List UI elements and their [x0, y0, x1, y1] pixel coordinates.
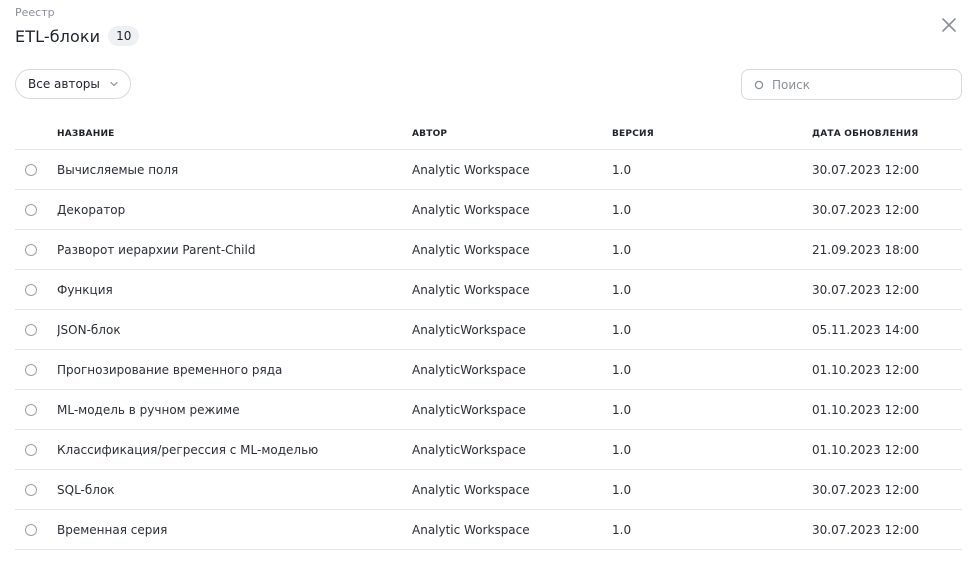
- row-version: 1.0: [612, 362, 632, 377]
- radio-icon[interactable]: [25, 243, 37, 256]
- radio-icon[interactable]: [25, 363, 37, 376]
- row-name: ML-модель в ручном режиме: [57, 402, 240, 417]
- radio-icon[interactable]: [25, 443, 37, 456]
- title-row: ETL-блоки 10: [15, 26, 140, 46]
- search-input[interactable]: [772, 77, 942, 92]
- row-author: Analytic Workspace: [412, 282, 530, 297]
- row-updated: 30.07.2023 12:00: [812, 162, 920, 177]
- row-name: Прогнозирование временного ряда: [57, 362, 283, 377]
- radio-icon[interactable]: [25, 483, 37, 496]
- row-name: Временная серия: [57, 522, 168, 537]
- row-select-cell: [15, 363, 57, 376]
- row-version: 1.0: [612, 522, 632, 537]
- table-row[interactable]: SQL-блок Analytic Workspace 1.0 30.07.2023 …: [15, 470, 962, 510]
- table-row[interactable]: ML-модель в ручном режиме AnalyticWorkspa…: [15, 390, 962, 430]
- row-author: AnalyticWorkspace: [412, 442, 526, 457]
- row-author: AnalyticWorkspace: [412, 322, 526, 337]
- row-select-cell: [15, 323, 57, 336]
- table-body: Вычисляемые поля Analytic Workspace 1.0 30.…: [15, 150, 962, 550]
- table-row[interactable]: Разворот иерархии Parent-Child Analytic W…: [15, 230, 962, 270]
- table-row[interactable]: JSON-блок AnalyticWorkspace 1.0 05.11.2023 …: [15, 310, 962, 350]
- row-version: 1.0: [612, 322, 632, 337]
- row-name: Классификация/регрессия с ML-моделью: [57, 442, 319, 457]
- row-version: 1.0: [612, 242, 632, 257]
- row-select-cell: [15, 243, 57, 256]
- row-updated: 30.07.2023 12:00: [812, 522, 920, 537]
- author-filter-dropdown[interactable]: Все авторы: [15, 69, 131, 99]
- row-select-cell: [15, 203, 57, 216]
- column-header-name[interactable]: НАЗВАНИЕ: [57, 129, 412, 139]
- table-row[interactable]: Функция Analytic Workspace 1.0 30.07.2023 1…: [15, 270, 962, 310]
- chevron-down-icon: [110, 81, 118, 87]
- radio-icon[interactable]: [25, 163, 37, 176]
- row-author: AnalyticWorkspace: [412, 362, 526, 377]
- row-name: Функция: [57, 282, 113, 297]
- row-name: Вычисляемые поля: [57, 162, 179, 177]
- row-select-cell: [15, 403, 57, 416]
- row-author: AnalyticWorkspace: [412, 402, 526, 417]
- table-row[interactable]: Вычисляемые поля Analytic Workspace 1.0 30.…: [15, 150, 962, 190]
- row-version: 1.0: [612, 202, 632, 217]
- row-updated: 01.10.2023 12:00: [812, 362, 920, 377]
- row-author: Analytic Workspace: [412, 202, 530, 217]
- row-select-cell: [15, 523, 57, 536]
- row-select-cell: [15, 163, 57, 176]
- row-version: 1.0: [612, 162, 632, 177]
- row-author: Analytic Workspace: [412, 522, 530, 537]
- table-row[interactable]: Классификация/регрессия с ML-моделью Anal…: [15, 430, 962, 470]
- row-updated: 30.07.2023 12:00: [812, 282, 920, 297]
- row-version: 1.0: [612, 282, 632, 297]
- row-author: Analytic Workspace: [412, 482, 530, 497]
- row-select-cell: [15, 443, 57, 456]
- page-title: ETL-блоки: [15, 26, 101, 46]
- radio-icon[interactable]: [25, 323, 37, 336]
- row-updated: 30.07.2023 12:00: [812, 482, 920, 497]
- etl-blocks-dialog: Реестр ETL-блоки 10 Все авторы НАЗВАНИЕ …: [0, 0, 978, 562]
- column-header-version[interactable]: ВЕРСИЯ: [612, 129, 812, 139]
- row-updated: 30.07.2023 12:00: [812, 202, 920, 217]
- row-name: SQL-блок: [57, 482, 115, 497]
- table-header: НАЗВАНИЕ АВТОР ВЕРСИЯ ДАТА ОБНОВЛЕНИЯ: [15, 118, 962, 150]
- table-row[interactable]: Прогнозирование временного ряда AnalyticW…: [15, 350, 962, 390]
- row-select-cell: [15, 483, 57, 496]
- row-author: Analytic Workspace: [412, 242, 530, 257]
- row-updated: 05.11.2023 14:00: [812, 322, 920, 337]
- row-version: 1.0: [612, 442, 632, 457]
- row-select-cell: [15, 283, 57, 296]
- row-updated: 01.10.2023 12:00: [812, 442, 920, 457]
- row-name: JSON-блок: [57, 322, 121, 337]
- count-badge: 10: [108, 26, 140, 46]
- table-row[interactable]: Временная серия Analytic Workspace 1.0 30.0…: [15, 510, 962, 550]
- row-version: 1.0: [612, 482, 632, 497]
- radio-icon[interactable]: [25, 283, 37, 296]
- radio-icon[interactable]: [25, 203, 37, 216]
- table-row[interactable]: Декоратор Analytic Workspace 1.0 30.07.2023…: [15, 190, 962, 230]
- radio-icon[interactable]: [25, 523, 37, 536]
- breadcrumb[interactable]: Реестр: [15, 6, 55, 19]
- row-updated: 01.10.2023 12:00: [812, 402, 920, 417]
- column-header-author[interactable]: АВТОР: [412, 129, 612, 139]
- etl-blocks-table: НАЗВАНИЕ АВТОР ВЕРСИЯ ДАТА ОБНОВЛЕНИЯ Вы…: [15, 118, 962, 550]
- close-button[interactable]: [940, 16, 958, 34]
- row-author: Analytic Workspace: [412, 162, 530, 177]
- search-box[interactable]: [741, 69, 962, 100]
- close-icon: [942, 18, 956, 32]
- search-icon: [754, 80, 764, 89]
- row-version: 1.0: [612, 402, 632, 417]
- author-filter-label: Все авторы: [28, 77, 100, 91]
- column-header-updated[interactable]: ДАТА ОБНОВЛЕНИЯ: [812, 129, 962, 139]
- row-updated: 21.09.2023 18:00: [812, 242, 920, 257]
- row-name: Декоратор: [57, 202, 126, 217]
- row-name: Разворот иерархии Parent-Child: [57, 242, 256, 257]
- radio-icon[interactable]: [25, 403, 37, 416]
